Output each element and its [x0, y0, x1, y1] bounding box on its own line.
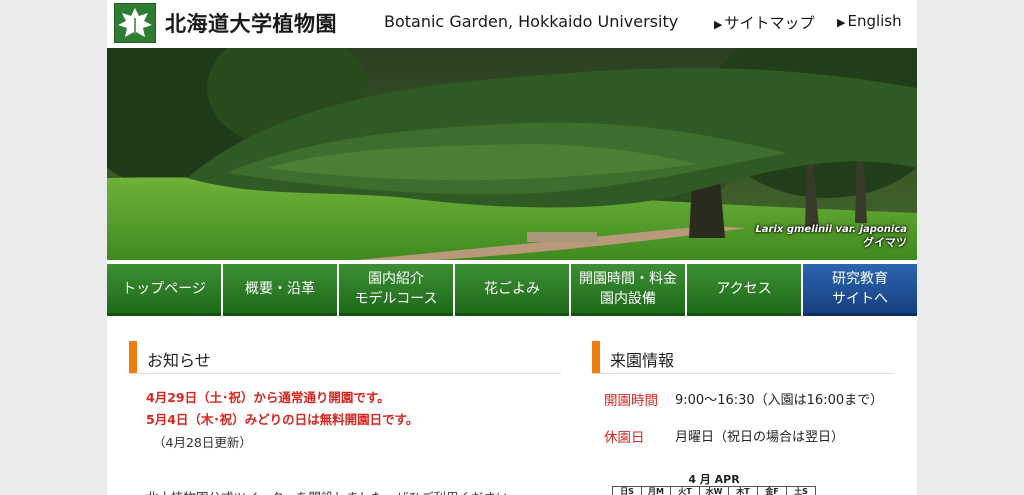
calendar-weekday-row: 日S 月M 火T 水W 木T 金F 土S — [612, 486, 816, 495]
nav-label: 花ごよみ — [484, 280, 540, 297]
news-item[interactable]: 5月4日（木･祝）みどりの日は無料開園日です。 — [146, 409, 418, 428]
nav-label: トップページ — [122, 280, 206, 297]
triangle-right-icon: ▶ — [837, 16, 846, 29]
calendar-weekday: 水W — [700, 487, 729, 495]
hours-value: 9:00～16:30（入園は16:00まで） — [675, 393, 884, 408]
site-header: 北海道大学植物園 Botanic Garden, Hokkaido Univer… — [107, 0, 917, 48]
caption-japanese-name: グイマツ — [863, 236, 907, 249]
page: 北海道大学植物園 Botanic Garden, Hokkaido Univer… — [107, 0, 917, 495]
calendar-weekday: 金F — [758, 487, 787, 495]
nav-garden-guide[interactable]: 園内紹介モデルコース — [339, 264, 453, 316]
nav-label: 概要・沿革 — [245, 280, 315, 297]
visit-info-heading: 来園情報 — [592, 341, 894, 374]
nav-label: アクセス — [716, 280, 772, 297]
nav-top-page[interactable]: トップページ — [107, 264, 221, 316]
nav-research-education[interactable]: 研究教育 サイトへ — [803, 264, 917, 316]
news-item-twitter[interactable]: 北大植物園公式ツイッターを開設しました。ぜひご利用ください。 — [146, 487, 521, 495]
nav-hours-fees[interactable]: 開園時間・料金 園内設備 — [571, 264, 685, 316]
nav-label-line2: モデルコース — [354, 290, 438, 307]
english-link[interactable]: ▶ English — [837, 12, 902, 30]
sitemap-link[interactable]: ▶ サイトマップ — [714, 12, 814, 33]
triangle-right-icon: ▶ — [714, 18, 723, 31]
hero-caption: Larix gmelinii var. japonica グイマツ — [755, 223, 907, 249]
nav-label: 園内紹介 — [368, 270, 424, 287]
heading-accent-bar — [592, 341, 600, 373]
leaf-logo-icon[interactable] — [114, 3, 156, 43]
nav-label: 研究教育 — [832, 270, 888, 287]
hours-label: 開園時間 — [604, 393, 658, 409]
site-title-ja[interactable]: 北海道大学植物園 — [165, 8, 337, 38]
caption-latin-name: Larix gmelinii var. japonica — [755, 224, 907, 235]
nav-flower-calendar[interactable]: 花ごよみ — [455, 264, 569, 316]
calendar-month-title: 4 月 APR — [688, 473, 740, 486]
global-nav: トップページ 概要・沿革 園内紹介モデルコース 花ごよみ 開園時間・料金 園内設備… — [107, 264, 917, 316]
news-item[interactable]: 4月29日（土･祝）から通常通り開園です。 — [146, 387, 390, 406]
closed-days-value: 月曜日（祝日の場合は翌日） — [675, 430, 845, 445]
news-heading: お知らせ — [129, 341, 561, 374]
hero-image: Larix gmelinii var. japonica グイマツ — [107, 48, 917, 260]
visit-info-title: 来園情報 — [610, 351, 675, 370]
calendar-weekday: 火T — [671, 487, 700, 495]
news-title: お知らせ — [147, 351, 211, 370]
nav-label: 開園時間・料金 — [579, 270, 677, 287]
calendar-weekday: 土S — [794, 487, 808, 495]
nav-overview-history[interactable]: 概要・沿革 — [223, 264, 337, 316]
english-link-label: English — [847, 12, 902, 30]
news-updated-date: （4月28日更新） — [153, 435, 252, 450]
nav-label-line2: 園内設備 — [600, 290, 656, 307]
nav-label-line2: サイトへ — [832, 290, 888, 307]
calendar-weekday: 月M — [642, 487, 671, 495]
closed-days-label: 休園日 — [604, 430, 645, 446]
nav-access[interactable]: アクセス — [687, 264, 801, 316]
calendar-weekday: 木T — [729, 487, 758, 495]
site-title-en[interactable]: Botanic Garden, Hokkaido University — [384, 12, 678, 31]
calendar-weekday: 日S — [613, 487, 642, 495]
sitemap-link-label: サイトマップ — [724, 14, 815, 32]
heading-accent-bar — [129, 341, 137, 373]
